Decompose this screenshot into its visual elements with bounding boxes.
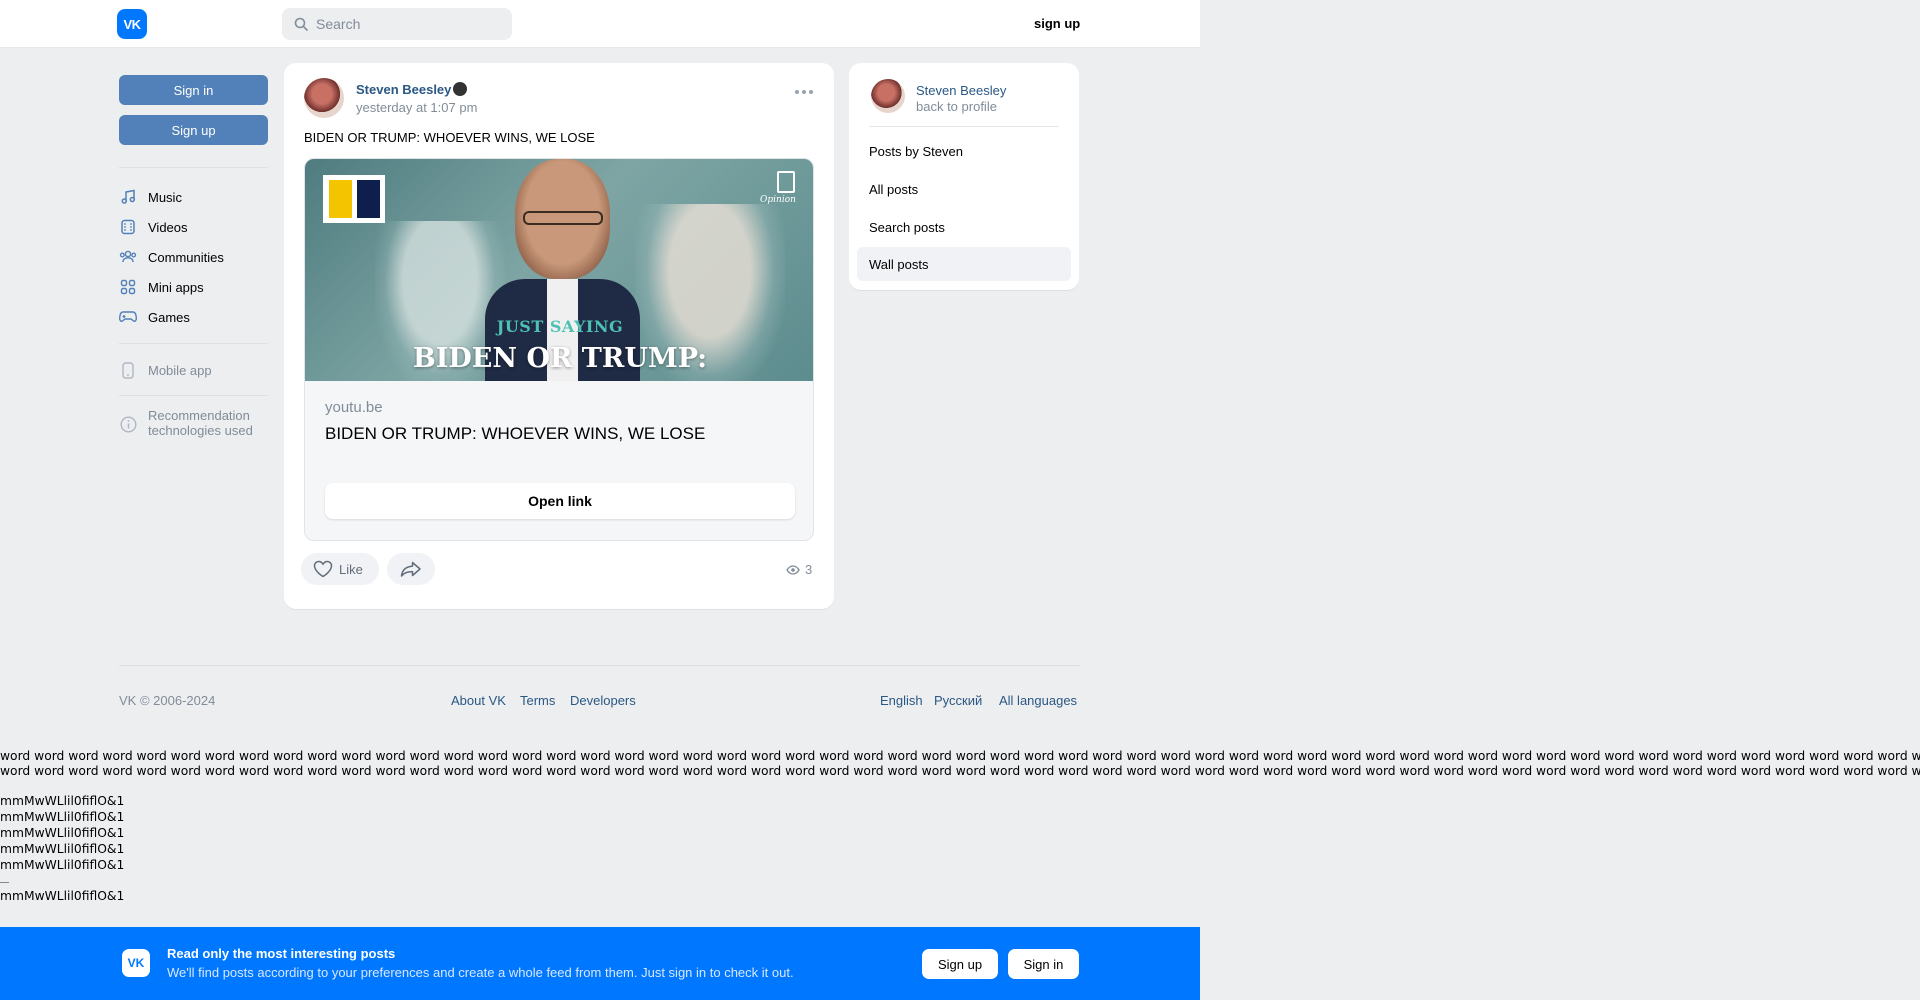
footer-copyright: VK © 2006-2024: [119, 693, 216, 708]
post-card: Steven Beesley yesterday at 1:07 pm BIDE…: [284, 63, 834, 609]
glyph-test-line: mmMwWLlil0fiflO&1: [0, 826, 125, 840]
sidebar-item-label: Games: [148, 309, 190, 325]
like-button[interactable]: Like: [301, 553, 379, 585]
footer-developers-link[interactable]: Developers: [570, 693, 636, 708]
share-icon: [400, 561, 421, 577]
thumbnail-kicker: JUST SAYING: [496, 317, 624, 336]
profile-name-link[interactable]: Steven Beesley: [916, 83, 1006, 98]
sidebar-divider: [119, 167, 268, 168]
profile-avatar[interactable]: [871, 79, 905, 113]
link-title[interactable]: BIDEN OR TRUMP: WHOEVER WINS, WE LOSE: [325, 424, 705, 444]
footer-divider: [119, 665, 1081, 666]
horizontal-rule: [0, 882, 9, 883]
sidebar-item-label: Music: [148, 189, 182, 205]
mini-apps-icon: [119, 278, 137, 296]
post-text: BIDEN OR TRUMP: WHOEVER WINS, WE LOSE: [304, 130, 595, 145]
link-domain: youtu.be: [325, 399, 383, 416]
phone-icon: [119, 361, 137, 379]
menu-divider: [869, 126, 1059, 127]
back-to-profile-link[interactable]: back to profile: [916, 99, 997, 114]
sidebar-item-games[interactable]: Games: [119, 305, 190, 329]
word-line: word word word word word word word word …: [0, 764, 1920, 778]
dot-icon: [795, 90, 799, 94]
banner-sign-in-button[interactable]: Sign in: [1008, 949, 1079, 979]
sidebar-divider: [119, 395, 268, 396]
glyph-test-line: mmMwWLlil0fiflO&1: [0, 810, 125, 824]
like-label: Like: [339, 561, 363, 577]
sidebar-item-label: Mini apps: [148, 279, 204, 295]
author-avatar[interactable]: [304, 78, 344, 118]
communities-icon: [119, 248, 137, 266]
glyph-test-line: mmMwWLlil0fiflO&1: [0, 842, 125, 856]
profile-posts-menu: Steven Beesley back to profile Posts by …: [849, 63, 1079, 290]
footer-all-languages-link[interactable]: All languages: [999, 693, 1077, 708]
presenter-glasses: [523, 211, 603, 225]
search-input[interactable]: [316, 16, 496, 32]
sign-in-button[interactable]: Sign in: [119, 75, 268, 105]
glyph-test-line: mmMwWLlil0fiflO&1: [0, 858, 125, 872]
recommendation-text: Recommendation technologies used: [148, 408, 253, 438]
recommendation-line-1: Recommendation: [148, 408, 250, 423]
sidebar-item-label: Communities: [148, 249, 224, 265]
menu-item-all-posts[interactable]: All posts: [857, 172, 1071, 206]
more-options-button[interactable]: [795, 87, 813, 97]
footer-russian-link[interactable]: Русский: [934, 693, 982, 708]
menu-item-search-posts[interactable]: Search posts: [857, 210, 1071, 244]
sidebar-item-videos[interactable]: Videos: [119, 215, 188, 239]
glyph-test-line: mmMwWLlil0fiflO&1: [0, 794, 125, 808]
link-thumbnail[interactable]: Opinion JUST SAYING BIDEN OR TRUMP:: [305, 159, 813, 381]
eye-icon: [786, 564, 800, 575]
signup-banner: VK Read only the most interesting posts …: [0, 927, 1200, 1000]
thumbnail-headline: BIDEN OR TRUMP:: [412, 343, 708, 374]
flag-logo-icon: [323, 175, 385, 223]
glyph-test-line: mmMwWLlil0fiflO&1: [0, 889, 125, 903]
search-box[interactable]: [282, 8, 512, 40]
footer-english-link[interactable]: English: [880, 693, 923, 708]
dot-icon: [809, 90, 813, 94]
heart-icon: [313, 560, 333, 578]
sidebar-item-mobile-app[interactable]: Mobile app: [119, 358, 212, 382]
word-test-text: word word word word word word word word …: [0, 749, 1920, 779]
banner-title: Read only the most interesting posts: [167, 946, 396, 961]
open-link-button[interactable]: Open link: [325, 483, 795, 519]
flag-stripe-navy: [356, 180, 380, 218]
info-icon: [119, 415, 137, 433]
search-icon: [294, 17, 308, 31]
sidebar-divider: [119, 343, 268, 344]
views-count: 3: [805, 562, 813, 577]
header-signup-link[interactable]: sign up: [1034, 16, 1080, 31]
sidebar-item-label: Mobile app: [148, 362, 212, 378]
share-button[interactable]: [387, 553, 435, 585]
sidebar-item-communities[interactable]: Communities: [119, 245, 224, 269]
recommendation-line-2: technologies used: [148, 423, 253, 438]
banner-subtitle: We'll find posts according to your prefe…: [167, 965, 794, 980]
sidebar-item-label: Videos: [148, 219, 188, 235]
videos-icon: [119, 218, 137, 236]
bomb-emoji-icon: [453, 82, 467, 96]
footer-about-link[interactable]: About VK: [451, 693, 506, 708]
menu-item-wall-posts[interactable]: Wall posts: [857, 247, 1071, 281]
footer-terms-link[interactable]: Terms: [520, 693, 555, 708]
word-line: word word word word word word word word …: [0, 749, 1920, 763]
opinion-badge: Opinion: [760, 195, 796, 205]
author-name-link[interactable]: Steven Beesley: [356, 82, 451, 97]
sidebar-item-music[interactable]: Music: [119, 185, 182, 209]
top-header: VK sign up: [0, 0, 1200, 48]
dot-icon: [802, 90, 806, 94]
flag-stripe-yellow: [328, 180, 352, 218]
vk-logo[interactable]: VK: [117, 9, 147, 39]
views-counter: 3: [786, 562, 812, 577]
menu-item-posts-by-steven[interactable]: Posts by Steven: [857, 134, 1071, 168]
vk-logo: VK: [122, 949, 150, 977]
post-timestamp[interactable]: yesterday at 1:07 pm: [356, 100, 477, 115]
banner-sign-up-button[interactable]: Sign up: [922, 949, 998, 979]
link-attachment[interactable]: Opinion JUST SAYING BIDEN OR TRUMP: yout…: [304, 158, 814, 541]
sidebar-item-recommendations[interactable]: Recommendation technologies used: [119, 408, 253, 440]
music-icon: [119, 188, 137, 206]
sidebar-item-mini-apps[interactable]: Mini apps: [119, 275, 204, 299]
games-icon: [119, 308, 137, 326]
sign-up-button[interactable]: Sign up: [119, 115, 268, 145]
bookmark-icon: [777, 171, 795, 193]
